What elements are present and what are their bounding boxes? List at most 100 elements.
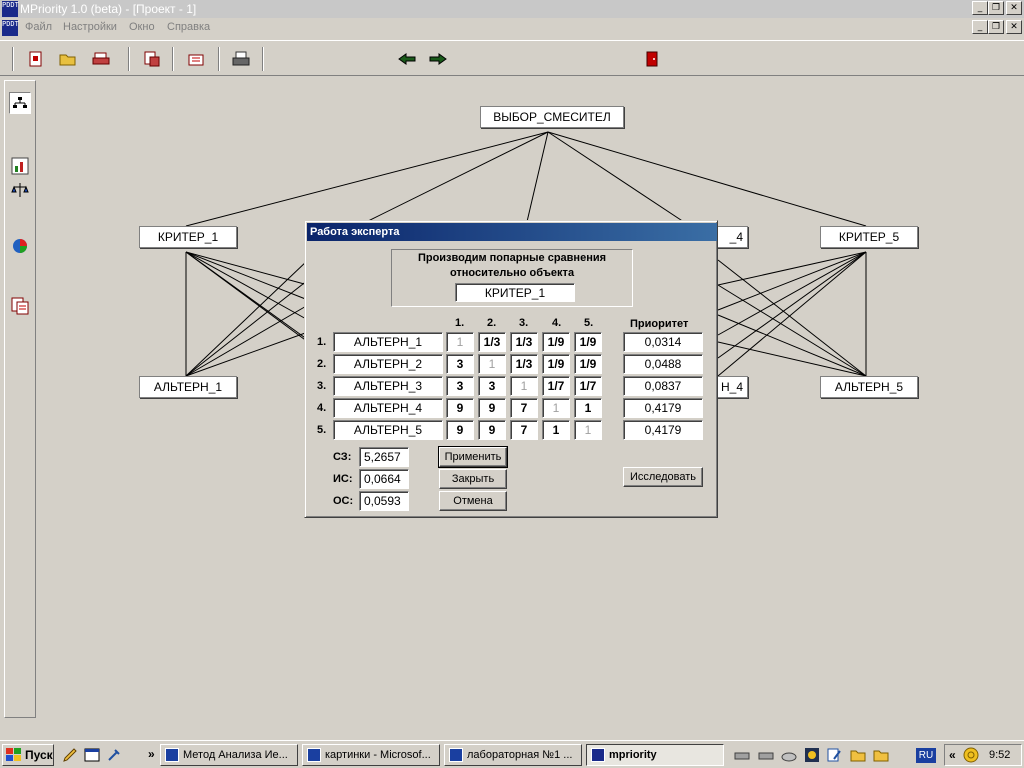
word-doc-icon (449, 748, 463, 762)
col-header-4: 4. (552, 317, 562, 329)
print-icon[interactable] (91, 50, 111, 68)
pie-chart-icon[interactable] (9, 235, 31, 257)
comparison-cell[interactable]: 3 (446, 354, 474, 374)
tray-app-icon[interactable] (804, 747, 820, 763)
comparison-cell[interactable]: 1/3 (478, 332, 506, 352)
comparison-cell[interactable]: 9 (446, 420, 474, 440)
minimize-button[interactable]: _ (972, 1, 988, 15)
balance-icon[interactable] (9, 179, 31, 201)
child-close-button[interactable]: ✕ (1006, 20, 1022, 34)
comparison-cell[interactable]: 1/9 (574, 332, 602, 352)
comparison-cell[interactable]: 1/9 (542, 332, 570, 352)
tray-disk-icon[interactable] (781, 747, 797, 763)
comparison-cell[interactable]: 1/7 (542, 376, 570, 396)
windows-logo-icon (6, 748, 22, 762)
menu-file[interactable]: Файл (25, 21, 52, 33)
col-header-1: 1. (455, 317, 465, 329)
priority-header: Приоритет (630, 318, 689, 330)
comparison-cell[interactable]: 9 (446, 398, 474, 418)
cancel-button[interactable]: Отмена (439, 491, 507, 511)
task-label: лабораторная №1 ... (467, 749, 573, 761)
menu-window[interactable]: Окно (129, 21, 155, 33)
app-titlebar[interactable]: PDDT MPriority 1.0 (beta) - [Проект - 1]… (0, 0, 1024, 18)
report-icon[interactable] (142, 50, 162, 68)
comparison-cell[interactable]: 9 (478, 398, 506, 418)
quicklaunch-tool-icon[interactable] (106, 747, 122, 763)
task-button-word-1[interactable]: Метод Анализа Ие... (160, 744, 298, 766)
word-doc-icon (307, 748, 321, 762)
criterion-node-1[interactable]: КРИТЕР_1 (139, 226, 237, 248)
alternative-node-1[interactable]: АЛЬТЕРН_1 (139, 376, 237, 398)
restore-button[interactable]: ❐ (988, 1, 1004, 15)
comparison-cell[interactable]: 7 (510, 420, 538, 440)
taskbar-overflow[interactable]: » (148, 747, 155, 761)
comparison-cell[interactable]: 1 (542, 398, 570, 418)
row-number: 3. (317, 380, 327, 392)
table-icon[interactable] (9, 295, 31, 317)
export-icon[interactable] (186, 50, 206, 68)
comparison-cell[interactable]: 1 (574, 420, 602, 440)
mdi-child-icon[interactable]: PDDT (2, 20, 19, 36)
folder-icon[interactable] (873, 747, 889, 763)
tray-drive-icon[interactable] (734, 747, 750, 763)
menu-help[interactable]: Справка (167, 21, 210, 33)
nav-forward-icon[interactable] (428, 50, 448, 68)
child-restore-button[interactable]: ❐ (988, 20, 1004, 34)
clock[interactable]: 9:52 (989, 749, 1010, 761)
tray-drive-icon[interactable] (758, 747, 774, 763)
dialog-title[interactable]: Работа эксперта (307, 223, 717, 241)
start-button[interactable]: Пуск (2, 744, 54, 766)
alternative-node-5[interactable]: АЛЬТЕРН_5 (820, 376, 918, 398)
menu-settings[interactable]: Настройки (63, 21, 117, 33)
comparison-cell[interactable]: 3 (446, 376, 474, 396)
close-dialog-button[interactable]: Закрыть (439, 469, 507, 489)
stat-label-os: ОС: (333, 495, 354, 507)
comparison-cell[interactable]: 1 (446, 332, 474, 352)
alternative-name-field: АЛЬТЕРН_2 (333, 354, 443, 374)
exit-door-icon[interactable] (642, 50, 662, 68)
comparison-cell[interactable]: 1/3 (510, 332, 538, 352)
heading-line-1: Производим попарные сравнения (417, 252, 607, 264)
comparison-cell[interactable]: 1/9 (542, 354, 570, 374)
child-minimize-button[interactable]: _ (972, 20, 988, 34)
hierarchy-icon[interactable] (9, 92, 31, 114)
window-title: MPriority 1.0 (beta) - [Проект - 1] (20, 2, 197, 16)
goal-node[interactable]: ВЫБОР_СМЕСИТЕЛ (480, 106, 624, 128)
new-project-icon[interactable] (26, 50, 46, 68)
task-button-word-2[interactable]: картинки - Microsof... (302, 744, 440, 766)
comparison-cell[interactable]: 3 (478, 376, 506, 396)
tray-expand-button[interactable]: « (949, 748, 956, 762)
chart-icon[interactable] (9, 155, 31, 177)
tray-edit-icon[interactable] (826, 747, 842, 763)
word-doc-icon (165, 748, 179, 762)
task-button-word-3[interactable]: лабораторная №1 ... (444, 744, 582, 766)
object-field: КРИТЕР_1 (455, 283, 575, 302)
nav-back-icon[interactable] (397, 50, 417, 68)
task-label: картинки - Microsof... (325, 749, 431, 761)
quicklaunch-window-icon[interactable] (84, 747, 100, 763)
comparison-cell[interactable]: 1/9 (574, 354, 602, 374)
comparison-cell[interactable]: 1 (510, 376, 538, 396)
apply-button[interactable]: Применить (438, 446, 508, 468)
tray-network-icon[interactable] (963, 747, 979, 763)
app-icon[interactable]: PDDT (2, 1, 19, 17)
comparison-cell[interactable]: 1 (478, 354, 506, 374)
language-indicator[interactable]: RU (916, 748, 936, 763)
comparison-cell[interactable]: 1/3 (510, 354, 538, 374)
task-button-mpriority[interactable]: mpriority (586, 744, 724, 766)
comparison-cell[interactable]: 7 (510, 398, 538, 418)
comparison-cell[interactable]: 1/7 (574, 376, 602, 396)
row-number: 5. (317, 424, 327, 436)
comparison-cell[interactable]: 9 (478, 420, 506, 440)
menu-bar: PDDT Файл Настройки Окно Справка _ ❐ ✕ (0, 18, 1024, 38)
printer-icon[interactable] (231, 50, 251, 68)
criterion-node-5[interactable]: КРИТЕР_5 (820, 226, 918, 248)
alternative-name-field: АЛЬТЕРН_3 (333, 376, 443, 396)
quicklaunch-pen-icon[interactable] (62, 747, 78, 763)
folder-icon[interactable] (850, 747, 866, 763)
comparison-cell[interactable]: 1 (574, 398, 602, 418)
investigate-button[interactable]: Исследовать (623, 467, 703, 487)
close-button[interactable]: ✕ (1006, 1, 1022, 15)
open-folder-icon[interactable] (58, 50, 78, 68)
comparison-cell[interactable]: 1 (542, 420, 570, 440)
